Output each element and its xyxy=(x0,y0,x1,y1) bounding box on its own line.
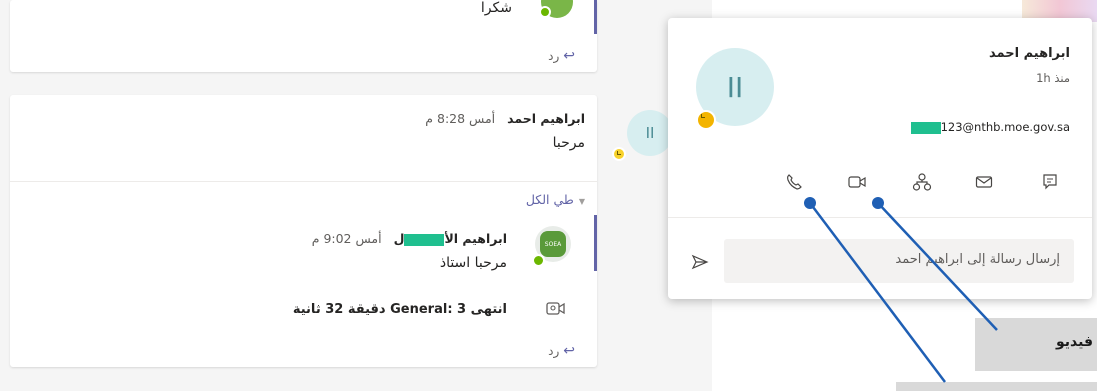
email-text: 123@nthb.moe.gov.sa xyxy=(940,120,1070,134)
status-away-icon xyxy=(696,110,716,130)
message-header: ابراهيم احمد أمس 8:28 م xyxy=(425,111,585,126)
organization-logo: SOEA xyxy=(540,231,566,257)
collapse-all-link[interactable]: ▼ طي الكل xyxy=(526,192,585,207)
contact-email[interactable]: 123@nthb.moe.gov.sa xyxy=(910,120,1070,134)
message-time: أمس 8:28 م xyxy=(425,111,496,126)
message-text: مرحبا xyxy=(552,135,585,151)
collapse-all-label: طي الكل xyxy=(525,192,574,207)
video-callout-label: فيديو xyxy=(1055,334,1093,350)
avatar-initials: II xyxy=(645,124,655,142)
previous-message-text: شكرا xyxy=(480,0,512,16)
avatar-initials: II xyxy=(726,70,744,104)
status-available-icon xyxy=(532,254,545,267)
message-input[interactable]: إرسال رسالة إلى ابراهيم احمد xyxy=(724,239,1074,283)
reply-arrow-icon: ↩ xyxy=(563,48,575,64)
org-chart-icon[interactable] xyxy=(908,168,936,196)
divider xyxy=(10,181,597,182)
contact-card-popup: II ابراهيم احمد منذ 1h 123@nthb.moe.gov.… xyxy=(668,18,1092,299)
contact-status: منذ 1h xyxy=(1036,71,1070,85)
message-placeholder: إرسال رسالة إلى ابراهيم احمد xyxy=(895,252,1060,267)
message-text: مرحبا استاذ xyxy=(439,255,507,271)
author-name-start: ابراهيم الأ xyxy=(444,231,507,246)
chat-icon[interactable] xyxy=(1036,168,1064,196)
thread-accent-bar xyxy=(594,0,597,34)
author-name[interactable]: ابراهيم الأ ل xyxy=(394,231,507,246)
thread-accent-bar xyxy=(594,215,597,271)
author-name[interactable]: ابراهيم احمد xyxy=(507,111,585,126)
divider xyxy=(668,217,1092,218)
annotation-callout: فيديو xyxy=(975,318,1097,371)
video-icon[interactable] xyxy=(843,168,871,196)
message-header: ابراهيم الأ ل أمس 9:02 م xyxy=(312,231,507,246)
message-thread-card: ابراهيم احمد أمس 8:28 م مرحبا ▼ طي الكل S… xyxy=(10,95,597,367)
call-icon[interactable] xyxy=(780,168,808,196)
chevron-down-icon: ▼ xyxy=(578,197,585,206)
send-icon[interactable] xyxy=(686,248,714,276)
reply-button[interactable]: ↩رد xyxy=(548,48,575,64)
meeting-icon xyxy=(545,298,567,320)
avatar[interactable]: II xyxy=(627,110,673,156)
status-available-icon xyxy=(539,6,551,18)
previous-message-card: شكرا ↩رد xyxy=(10,0,597,72)
reply-label: رد xyxy=(548,344,560,358)
annotation-callout xyxy=(896,382,1097,391)
contact-name: ابراهيم احمد xyxy=(989,46,1070,61)
reply-arrow-icon: ↩ xyxy=(563,343,575,359)
reply-button[interactable]: ↩رد xyxy=(548,343,575,359)
status-away-icon xyxy=(612,147,626,161)
mail-icon[interactable] xyxy=(970,168,998,196)
redaction-box xyxy=(910,121,941,134)
redaction-box xyxy=(404,233,445,246)
meeting-ended-text: انتهى General: 3 دقيقة 32 ثانية xyxy=(292,302,507,317)
message-time: أمس 9:02 م xyxy=(311,231,382,246)
author-name-end: ل xyxy=(393,231,405,246)
reply-label: رد xyxy=(548,49,560,63)
